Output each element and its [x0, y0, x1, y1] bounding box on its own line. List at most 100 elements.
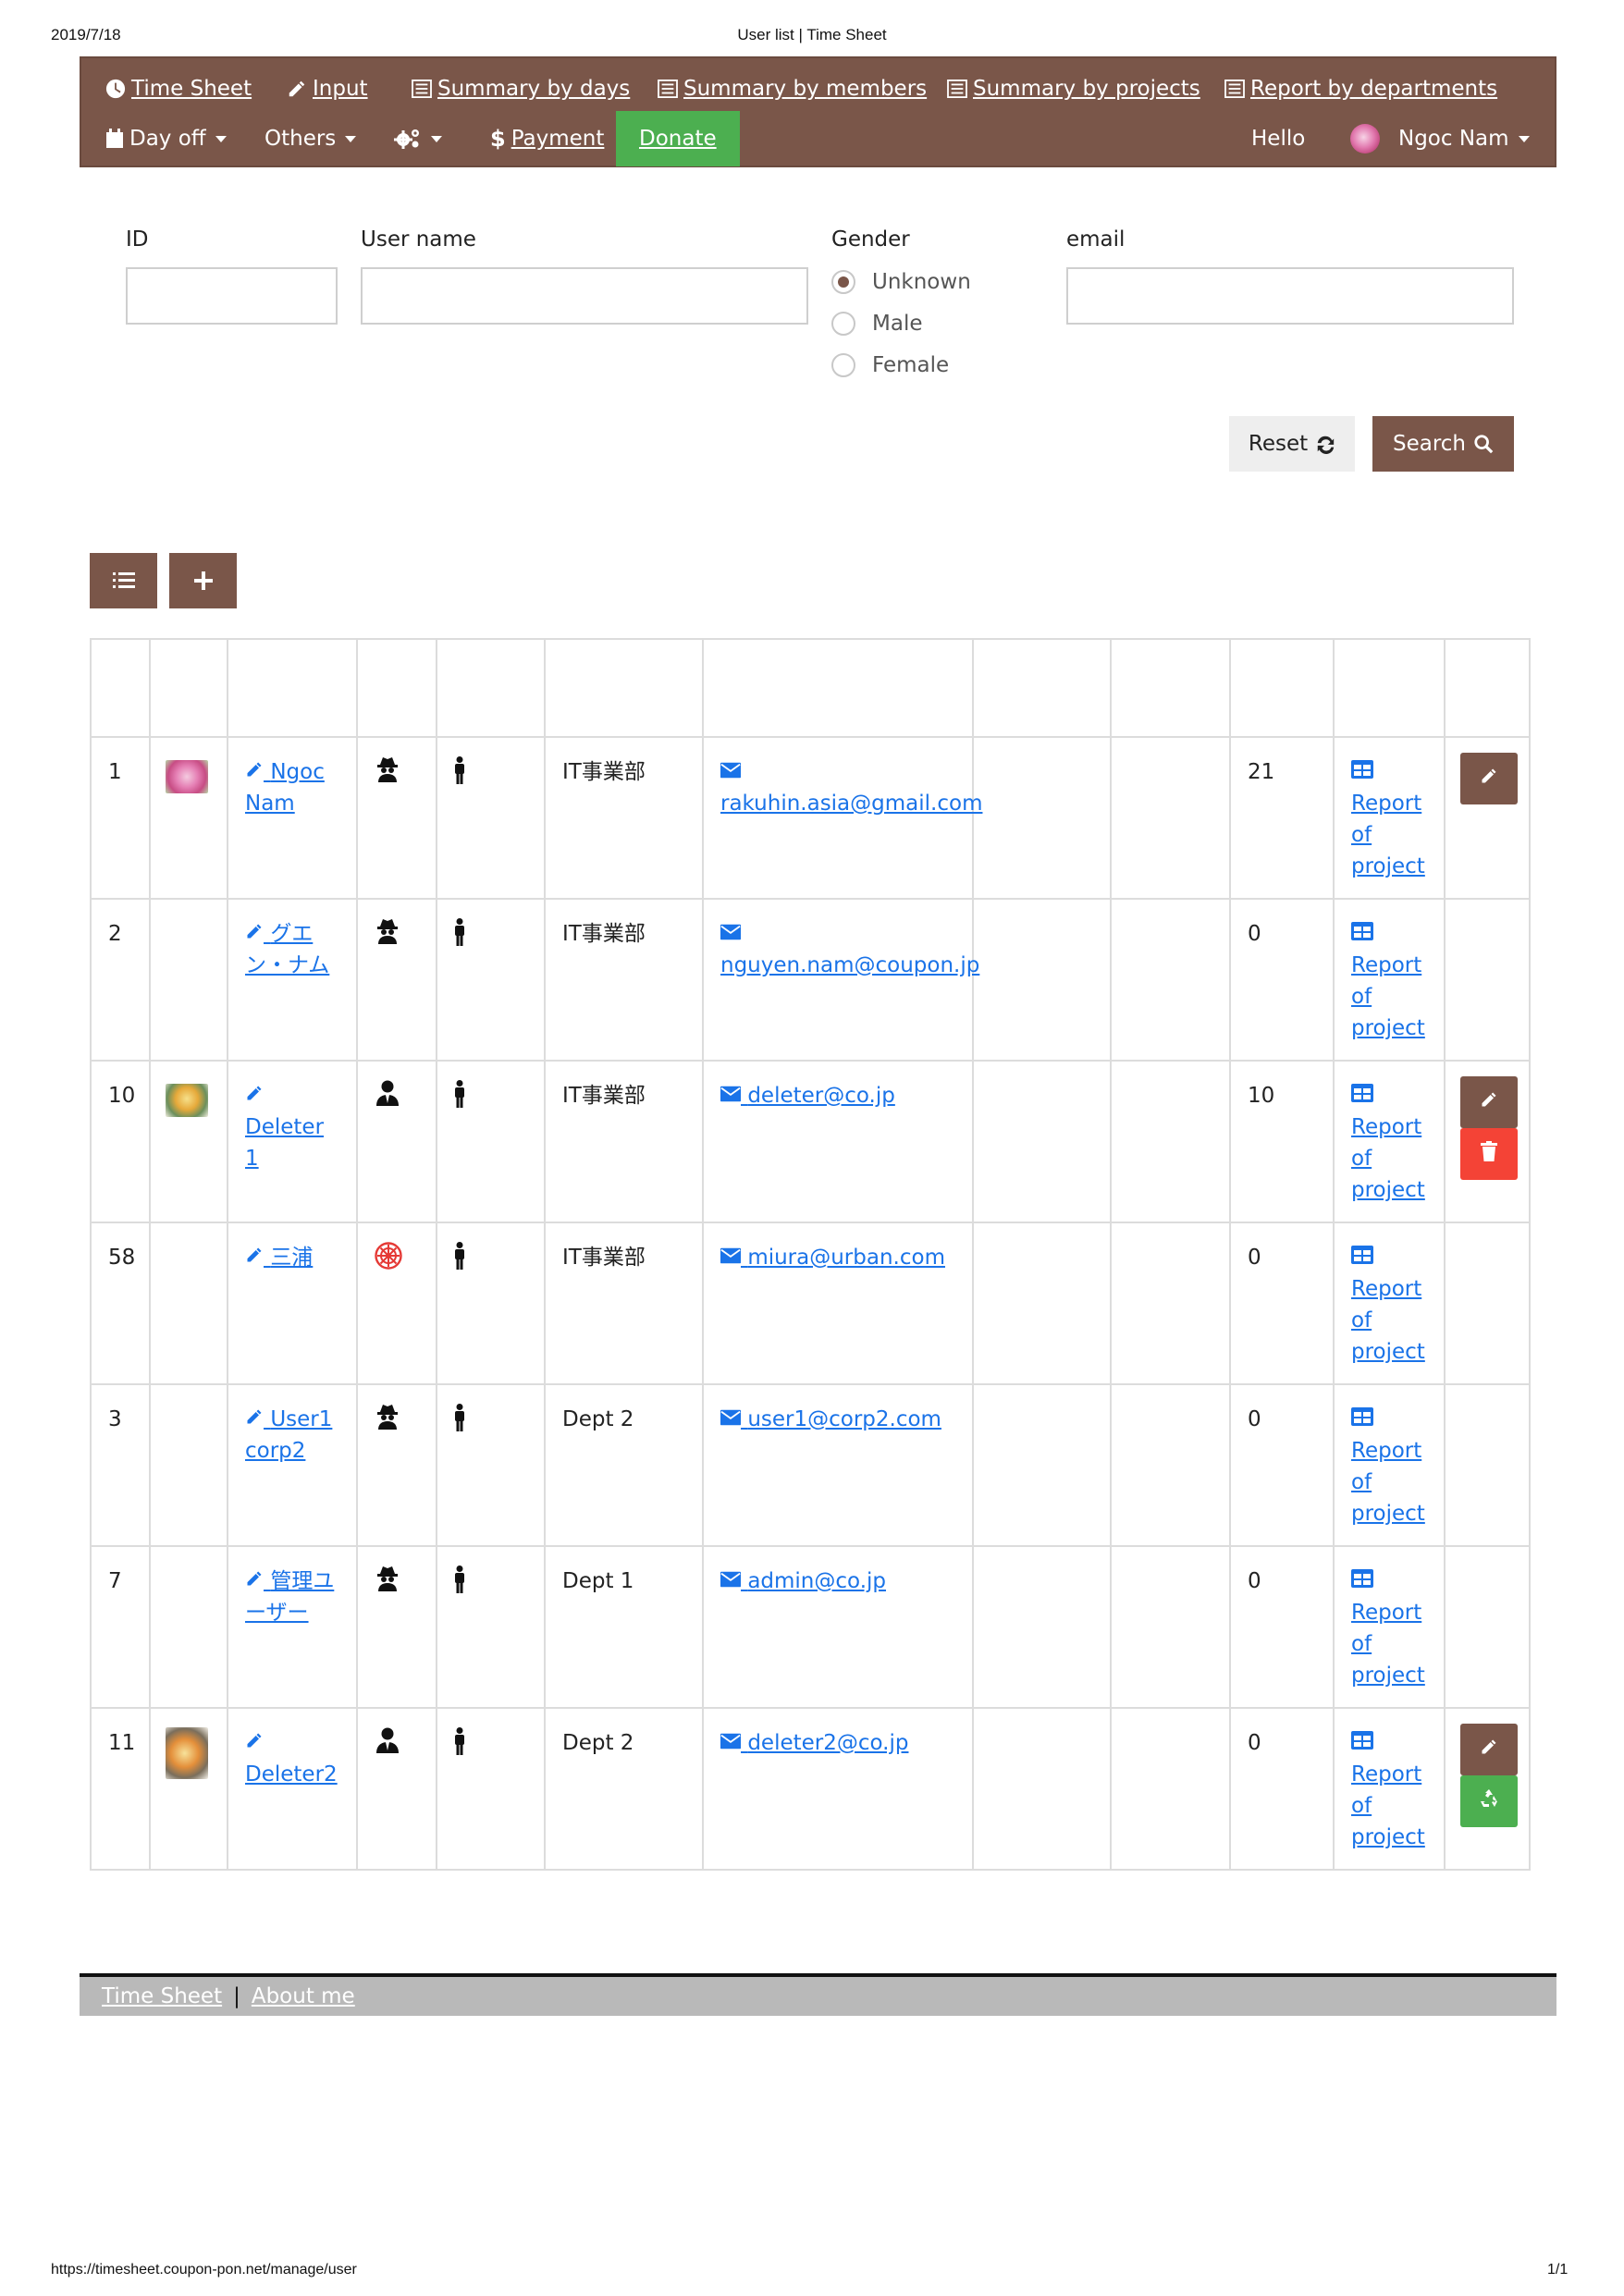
radio-icon[interactable] [831, 353, 855, 377]
gears-icon [394, 129, 419, 149]
footer-link-about-me[interactable]: About me [252, 1984, 355, 2008]
search-button[interactable]: Search [1372, 416, 1514, 472]
user-name-link[interactable]: Deleter 1 [245, 1084, 324, 1171]
gender-option-label: Male [872, 312, 923, 336]
email-link[interactable]: deleter2@co.jp [720, 1731, 908, 1755]
email-link[interactable]: deleter@co.jp [720, 1084, 895, 1108]
add-user-button[interactable] [169, 553, 237, 608]
nav-settings-dropdown[interactable] [394, 112, 442, 166]
report-link[interactable]: Report of project [1351, 1569, 1425, 1688]
radio-icon[interactable] [831, 312, 855, 336]
envelope-icon [720, 922, 741, 946]
pencil-icon [245, 1407, 264, 1431]
user-name: Deleter2 [245, 1762, 338, 1786]
report-cell: Report of project [1333, 736, 1446, 900]
thumb-cell [149, 1222, 228, 1385]
id-input[interactable] [126, 267, 338, 325]
restore-button[interactable] [1460, 1775, 1518, 1827]
report-link[interactable]: Report of project [1351, 760, 1425, 878]
nav-report-departments[interactable]: Report by departments [1224, 62, 1497, 116]
envelope-icon [720, 1731, 741, 1755]
report-link[interactable]: Report of project [1351, 922, 1425, 1040]
footer-link-time-sheet[interactable]: Time Sheet [102, 1984, 222, 2008]
header-cell [1333, 638, 1446, 738]
nav-input[interactable]: Input [287, 62, 368, 116]
nav-summary-projects[interactable]: Summary by projects [947, 62, 1200, 116]
table-icon [1351, 922, 1373, 946]
edit-button[interactable] [1460, 1076, 1518, 1128]
report-label: Report of project [1351, 953, 1425, 1040]
user-name-link[interactable]: Ngoc Nam [245, 760, 325, 816]
empty-cell [1110, 898, 1231, 1062]
user-id: 3 [108, 1407, 122, 1431]
nav-row-secondary: Day off Others $ Payment Donate Hello Ng… [81, 111, 1555, 166]
email-link[interactable]: admin@co.jp [720, 1569, 886, 1593]
radio-selected-icon[interactable] [831, 270, 855, 294]
nav-payment[interactable]: $ Payment [490, 112, 604, 166]
gender-cell [436, 1545, 546, 1709]
report-cell: Report of project [1333, 1383, 1446, 1547]
gender-radio-unknown[interactable]: Unknown [831, 270, 971, 294]
pencil-icon [245, 1569, 264, 1593]
empty-cell [1110, 1545, 1231, 1709]
user-name-link[interactable]: 管理ユーザー [245, 1569, 334, 1625]
email-link[interactable]: user1@corp2.com [720, 1407, 941, 1431]
username-label: User name [361, 227, 476, 252]
report-link[interactable]: Report of project [1351, 1407, 1425, 1526]
role-cell [356, 1707, 437, 1871]
nav-others-dropdown[interactable]: Others [265, 112, 357, 166]
report-link[interactable]: Report of project [1351, 1246, 1425, 1364]
user-name-link[interactable]: Deleter2 [245, 1731, 338, 1786]
dept-cell: Dept 1 [544, 1545, 704, 1709]
nav-hello-label: Hello [1251, 127, 1306, 151]
nav-time-sheet[interactable]: Time Sheet [105, 62, 252, 116]
user-id: 10 [108, 1084, 136, 1108]
list-view-button[interactable] [90, 553, 157, 608]
top-navbar: Time Sheet Input Summary by days Summary… [80, 56, 1556, 167]
report-label: Report of project [1351, 1439, 1425, 1526]
edit-button[interactable] [1460, 753, 1518, 804]
nav-summary-days[interactable]: Summary by days [412, 62, 630, 116]
user-name: 三浦 [270, 1246, 314, 1270]
gender-radio-male[interactable]: Male [831, 312, 922, 336]
reset-button[interactable]: Reset [1229, 416, 1355, 472]
nav-donate-button[interactable]: Donate [616, 111, 740, 166]
gender-radio-female[interactable]: Female [831, 353, 949, 377]
email-link[interactable]: rakuhin.asia@gmail.com [720, 760, 982, 816]
pencil-icon [245, 760, 264, 784]
delete-button[interactable] [1460, 1128, 1518, 1180]
user-count: 0 [1248, 1246, 1261, 1270]
nav-input-label: Input [313, 77, 368, 101]
empty-cell [1110, 1383, 1231, 1547]
user-name-link[interactable]: User1 corp2 [245, 1407, 332, 1463]
user-count: 0 [1248, 1407, 1261, 1431]
nav-donate-label: Donate [639, 127, 717, 151]
edit-icon [1480, 767, 1498, 791]
user-count: 0 [1248, 922, 1261, 946]
username-input[interactable] [361, 267, 808, 325]
nav-day-off-dropdown[interactable]: Day off [105, 112, 227, 166]
role-cell [356, 898, 437, 1062]
email-label: email [1066, 227, 1126, 252]
report-link[interactable]: Report of project [1351, 1084, 1425, 1202]
actions-cell [1444, 1545, 1531, 1709]
user-email: user1@corp2.com [747, 1407, 941, 1431]
edit-button[interactable] [1460, 1724, 1518, 1775]
thumb-cell [149, 736, 228, 900]
nav-user-dropdown[interactable]: Ngoc Nam [1350, 112, 1530, 166]
user-name-link[interactable]: グエン・ナム [245, 922, 329, 977]
email-link[interactable]: nguyen.nam@coupon.jp [720, 922, 979, 977]
envelope-icon [720, 1569, 741, 1593]
report-link[interactable]: Report of project [1351, 1731, 1425, 1849]
nav-summary-members[interactable]: Summary by members [658, 62, 927, 116]
email-link[interactable]: miura@urban.com [720, 1246, 945, 1270]
header-cell [90, 638, 151, 738]
name-cell: User1 corp2 [227, 1383, 358, 1547]
nav-summary-members-label: Summary by members [683, 77, 928, 101]
user-id: 1 [108, 760, 122, 784]
user-name-link[interactable]: 三浦 [245, 1246, 313, 1270]
empire-icon [358, 1223, 436, 1279]
print-page: 1/1 [1547, 2262, 1569, 2278]
email-input[interactable] [1066, 267, 1514, 325]
nav-hello: Hello [1251, 112, 1305, 166]
